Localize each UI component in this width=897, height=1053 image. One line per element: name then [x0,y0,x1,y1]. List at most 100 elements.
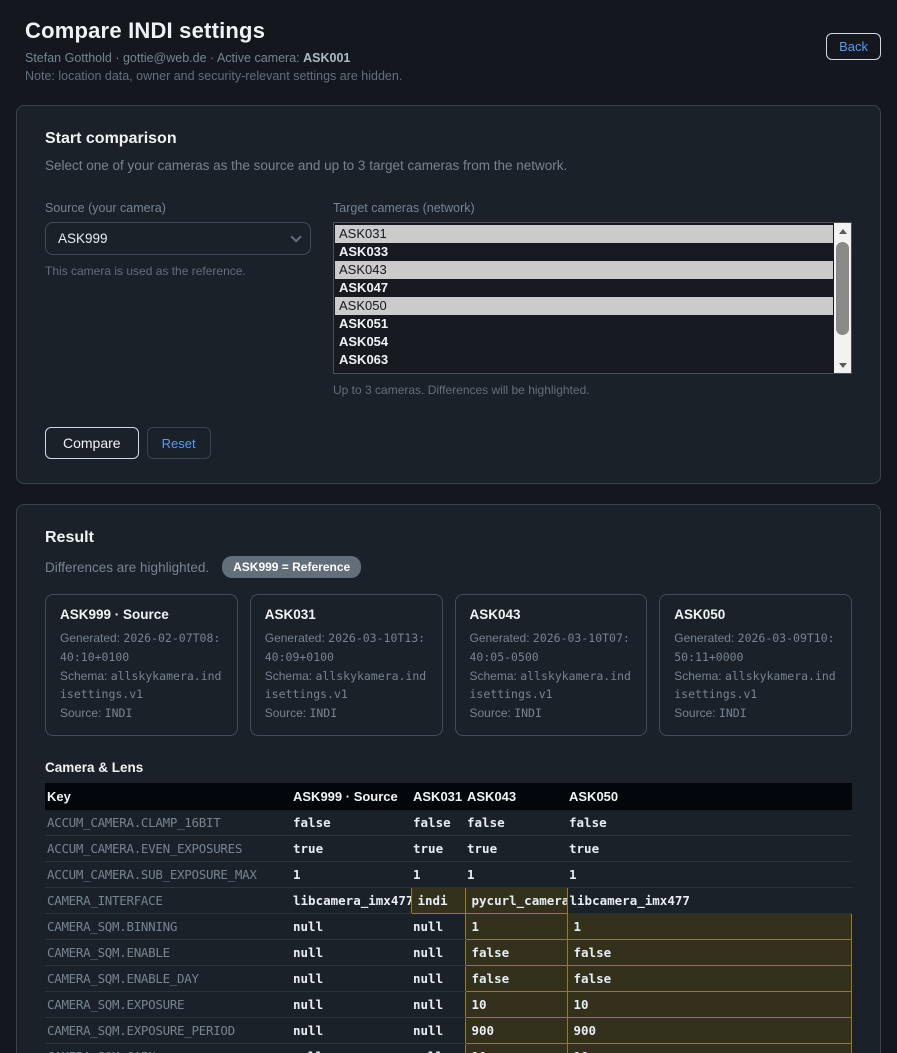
page: Compare INDI settings Stefan Gotthold · … [0,0,897,1053]
listbox-option-ask043[interactable]: ASK043 [335,261,833,279]
cell-ask043: 1 [465,862,567,888]
table-header-row: Key ASK999 · Source ASK031 ASK043 ASK050 [45,783,852,810]
reference-badge: ASK999 = Reference [222,556,361,578]
cell-ask050-diff: 900 [567,1018,852,1044]
cell-ask031: null [411,992,465,1018]
cell-ask031: null [411,1018,465,1044]
cell-source: null [291,1018,411,1044]
row-key: ACCUM_CAMERA.EVEN_EXPOSURES [45,836,291,862]
listbox-option-ask054[interactable]: ASK054 [335,333,833,351]
schema-line: Schema: allskykamera.indisettings.v1 [60,667,223,705]
cell-ask050-diff: 10 [567,992,852,1018]
result-title: Result [45,529,852,547]
schema-line: Schema: allskykamera.indisettings.v1 [674,667,837,705]
privacy-note: Note: location data, owner and security-… [25,69,881,83]
listbox-option-ask063[interactable]: ASK063 [335,351,833,369]
col-header-source: ASK999 · Source [291,783,411,810]
row-key: CAMERA_SQM.ENABLE_DAY [45,966,291,992]
reset-button[interactable]: Reset [147,427,211,459]
schema-line: Schema: allskykamera.indisettings.v1 [470,667,633,705]
listbox-option-ask050[interactable]: ASK050 [335,297,833,315]
info-card-title: ASK050 [674,607,837,622]
back-button[interactable]: Back [826,33,881,60]
chevron-down-icon [290,231,301,242]
cell-ask043: true [465,836,567,862]
cell-source: null [291,914,411,940]
source-line: Source: INDI [470,704,633,723]
cell-source: null [291,940,411,966]
table-row: CAMERA_SQM.ENABLE null null false false [45,940,852,966]
start-comparison-card: Start comparison Select one of your came… [16,105,881,484]
scrollbar-thumb[interactable] [836,242,849,335]
table-row: CAMERA_SQM.GAIN null null 10 10 [45,1044,852,1053]
start-comparison-description: Select one of your cameras as the source… [45,158,852,173]
info-card-ask999: ASK999 · Source Generated: 2026-02-07T08… [45,594,238,736]
source-line: Source: INDI [674,704,837,723]
result-subtitle: Differences are highlighted. [45,560,209,575]
table-row: CAMERA_SQM.ENABLE_DAY null null false fa… [45,966,852,992]
comparison-table: Key ASK999 · Source ASK031 ASK043 ASK050… [45,783,852,1053]
cell-ask043: false [465,810,567,836]
scroll-up-icon[interactable] [834,223,851,239]
listbox-option-ask051[interactable]: ASK051 [335,315,833,333]
cell-ask031: 1 [411,862,465,888]
compare-button[interactable]: Compare [45,427,139,459]
row-key: CAMERA_SQM.GAIN [45,1044,291,1053]
start-comparison-title: Start comparison [45,130,852,148]
listbox-option-ask047[interactable]: ASK047 [335,279,833,297]
col-header-ask043: ASK043 [465,783,567,810]
generated-line: Generated: 2026-03-09T10:50:11+0000 [674,629,837,667]
cell-ask043-diff: 10 [465,992,567,1018]
table-row: CAMERA_SQM.BINNING null null 1 1 [45,914,852,940]
page-header: Compare INDI settings Stefan Gotthold · … [25,18,881,83]
source-select[interactable]: ASK999 [45,222,311,255]
info-card-ask050: ASK050 Generated: 2026-03-09T10:50:11+00… [659,594,852,736]
col-header-ask031: ASK031 [411,783,465,810]
table-row: CAMERA_INTERFACE libcamera_imx477 indi p… [45,888,852,914]
schema-line: Schema: allskykamera.indisettings.v1 [265,667,428,705]
cell-ask031: null [411,940,465,966]
info-card-title: ASK031 [265,607,428,622]
scroll-down-icon[interactable] [834,357,851,373]
target-help: Up to 3 cameras. Differences will be hig… [333,383,852,397]
table-row: ACCUM_CAMERA.EVEN_EXPOSURES true true tr… [45,836,852,862]
listbox-option-ask033[interactable]: ASK033 [335,243,833,261]
target-cameras-listbox[interactable]: ASK031 ASK033 ASK043 ASK047 ASK050 ASK05… [333,222,852,374]
cell-source: libcamera_imx477 [291,888,411,914]
cell-source: null [291,966,411,992]
comparison-form: Source (your camera) ASK999 This camera … [45,201,852,397]
cell-ask043-diff: 10 [465,1044,567,1053]
source-label: Source (your camera) [45,201,311,215]
page-title: Compare INDI settings [25,18,881,44]
row-key: CAMERA_SQM.BINNING [45,914,291,940]
target-label: Target cameras (network) [333,201,852,215]
result-card: Result Differences are highlighted. ASK9… [16,504,881,1053]
cell-ask050: 1 [567,862,852,888]
target-column: Target cameras (network) ASK031 ASK033 A… [333,201,852,397]
listbox-scrollbar[interactable] [834,223,851,373]
col-header-key: Key [45,783,291,810]
info-card-ask031: ASK031 Generated: 2026-03-10T13:40:09+01… [250,594,443,736]
user-meta: Stefan Gotthold · gottie@web.de · Active… [25,51,881,65]
row-key: CAMERA_INTERFACE [45,888,291,914]
active-camera-value: ASK001 [303,51,350,65]
table-row: CAMERA_SQM.EXPOSURE null null 10 10 [45,992,852,1018]
table-row: CAMERA_SQM.EXPOSURE_PERIOD null null 900… [45,1018,852,1044]
listbox-option-ask031[interactable]: ASK031 [335,225,833,243]
cell-source: null [291,1044,411,1053]
cell-ask031-diff: indi [411,888,465,914]
cell-ask050: libcamera_imx477 [567,888,852,914]
cell-ask031: null [411,1044,465,1053]
table-row: ACCUM_CAMERA.CLAMP_16BIT false false fal… [45,810,852,836]
generated-line: Generated: 2026-02-07T08:40:10+0100 [60,629,223,667]
cell-ask043-diff: false [465,940,567,966]
cell-ask050-diff: 1 [567,914,852,940]
source-line: Source: INDI [265,704,428,723]
cell-ask043-diff: 900 [465,1018,567,1044]
camera-info-cards: ASK999 · Source Generated: 2026-02-07T08… [45,594,852,736]
form-buttons: Compare Reset [45,427,852,459]
table-row: ACCUM_CAMERA.SUB_EXPOSURE_MAX 1 1 1 1 [45,862,852,888]
cell-ask031: true [411,836,465,862]
table-section-title: Camera & Lens [45,760,852,775]
cell-ask050: true [567,836,852,862]
